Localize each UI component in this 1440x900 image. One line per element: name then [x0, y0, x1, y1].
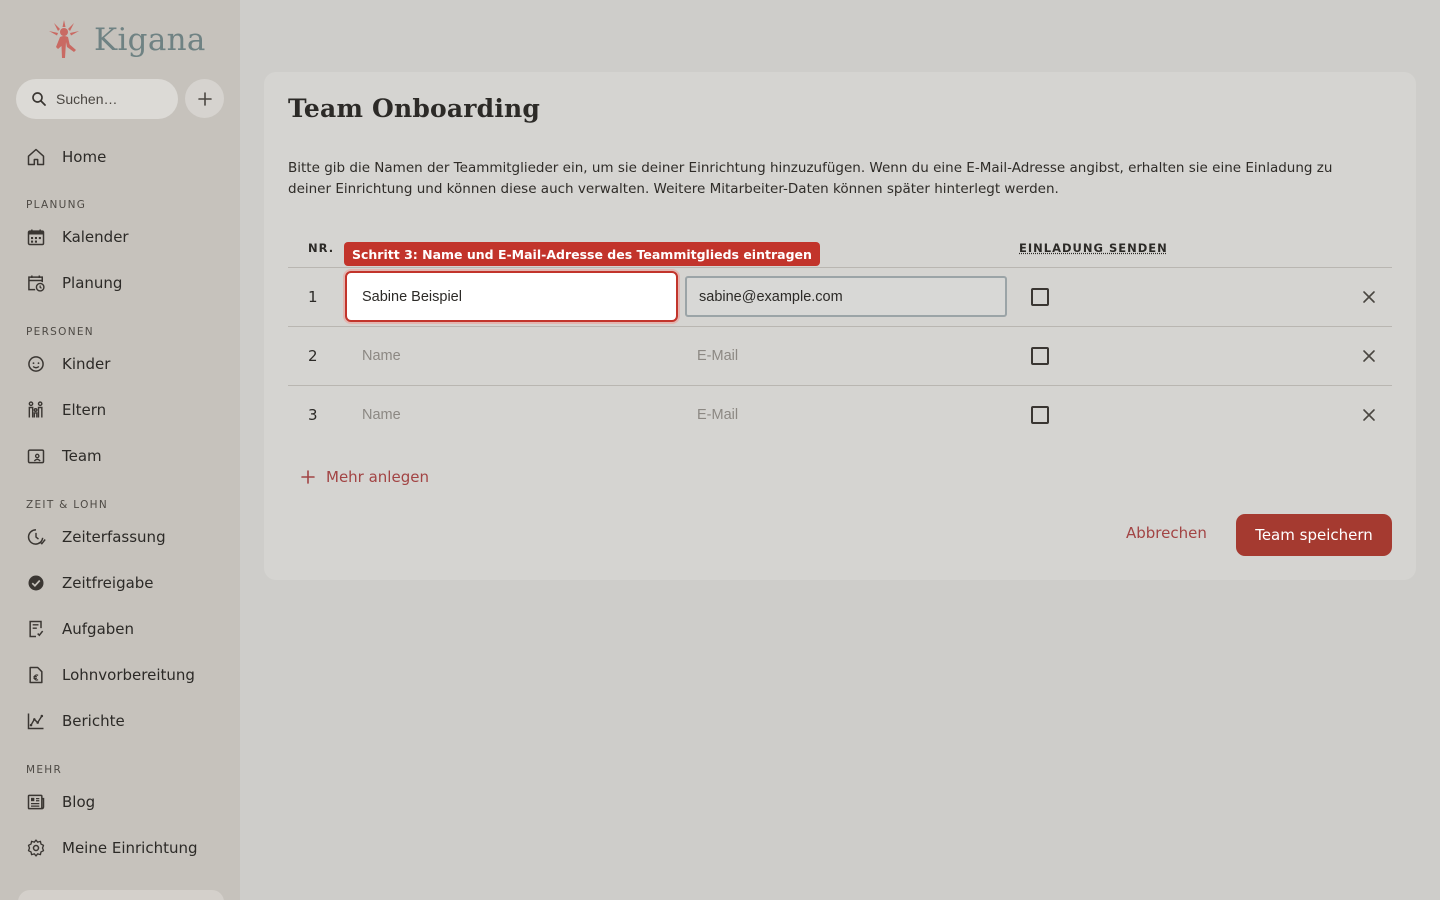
plus-icon [301, 470, 315, 484]
section-label-mehr: MEHR [26, 764, 63, 776]
search-input[interactable] [56, 91, 166, 107]
calendar-icon [27, 229, 45, 246]
remove-row-button[interactable] [1360, 288, 1378, 306]
nav-label: Lohnvorbereitung [62, 666, 195, 684]
nav-label: Aufgaben [62, 620, 135, 638]
save-team-button[interactable]: Team speichern [1236, 514, 1392, 556]
nav-item-zeiterfassung[interactable]: Zeiterfassung [26, 526, 166, 548]
newspaper-icon [27, 794, 45, 810]
nav-item-zeitfreigabe[interactable]: Zeitfreigabe [26, 572, 154, 594]
search-icon [32, 92, 46, 106]
section-label-personen: PERSONEN [26, 326, 94, 338]
plus-icon [197, 91, 212, 106]
step-tooltip: Schritt 3: Name und E-Mail-Adresse des T… [344, 242, 820, 266]
divider [288, 385, 1392, 386]
card-title: Team Onboarding [288, 94, 541, 123]
email-input[interactable]: E-Mail [697, 348, 738, 364]
email-input[interactable]: sabine@example.com [685, 276, 1007, 317]
nav-label: Kinder [62, 355, 111, 373]
cancel-button[interactable]: Abbrechen [1126, 524, 1207, 542]
section-label-zeit: ZEIT & LOHN [26, 499, 108, 511]
nav-label: Kalender [62, 228, 129, 246]
add-more-label: Mehr anlegen [326, 468, 429, 486]
nav-item-kalender[interactable]: Kalender [26, 226, 129, 248]
close-icon [1363, 409, 1375, 421]
gear-icon [27, 839, 45, 857]
task-list-icon [29, 620, 44, 638]
nav-label: Zeitfreigabe [62, 574, 154, 592]
column-header-nr: NR. [308, 241, 335, 255]
nav-item-blog[interactable]: Blog [26, 791, 95, 813]
close-icon [1363, 291, 1375, 303]
section-label-planung: PLANUNG [26, 199, 87, 211]
brand-name: Kigana [94, 22, 206, 58]
nav-item-lohnvorbereitung[interactable]: Lohnvorbereitung [26, 664, 195, 686]
nav-label: Berichte [62, 712, 125, 730]
time-tracking-icon [27, 529, 46, 545]
kigana-logo-icon [49, 20, 79, 58]
sidebar: Kigana Home PLANUNG Kalender Planung PER… [0, 0, 240, 900]
remove-row-button[interactable] [1360, 406, 1378, 424]
name-input[interactable]: Name [362, 348, 401, 364]
nav-item-aufgaben[interactable]: Aufgaben [26, 618, 134, 640]
invite-checkbox[interactable] [1031, 406, 1049, 424]
team-onboarding-card: Team Onboarding Bitte gib die Namen der … [264, 72, 1416, 580]
remove-row-button[interactable] [1360, 347, 1378, 365]
divider [288, 326, 1392, 327]
family-icon [28, 401, 43, 418]
invite-checkbox[interactable] [1031, 347, 1049, 365]
nav-label: Team [62, 447, 102, 465]
nav-item-eltern[interactable]: Eltern [26, 399, 106, 421]
search-box[interactable] [16, 79, 178, 119]
nav-item-team[interactable]: Team [26, 445, 102, 467]
name-input[interactable]: Sabine Beispiel [345, 271, 678, 322]
nav-label: Home [62, 148, 107, 166]
nav-label: Zeiterfassung [62, 528, 166, 546]
close-icon [1363, 350, 1375, 362]
child-face-icon [28, 356, 44, 372]
column-header-invite: EINLADUNG SENDEN [1019, 241, 1168, 255]
nav-item-kinder[interactable]: Kinder [26, 353, 110, 375]
name-input[interactable]: Name [362, 407, 401, 423]
home-icon [27, 148, 45, 166]
nav-label: Planung [62, 274, 123, 292]
add-more-button[interactable]: Mehr anlegen [300, 468, 429, 486]
sidebar-footer-pill[interactable] [18, 890, 224, 900]
nav-item-berichte[interactable]: Berichte [26, 710, 125, 732]
nav-item-planung[interactable]: Planung [26, 272, 122, 294]
payroll-document-icon [29, 666, 43, 684]
nav-label: Blog [62, 793, 96, 811]
nav-label: Eltern [62, 401, 107, 419]
nav-item-einrichtung[interactable]: Meine Einrichtung [26, 837, 198, 859]
email-input[interactable]: E-Mail [697, 407, 738, 423]
calendar-clock-icon [28, 275, 45, 292]
card-description: Bitte gib die Namen der Teammitglieder e… [288, 160, 1333, 197]
nav-label: Meine Einrichtung [62, 839, 198, 857]
divider [288, 267, 1392, 268]
nav-item-home[interactable]: Home [26, 146, 106, 168]
row-number: 3 [308, 406, 318, 424]
row-number: 1 [308, 288, 318, 306]
check-circle-icon [28, 575, 44, 591]
brand-logo[interactable]: Kigana [46, 18, 206, 62]
invite-checkbox[interactable] [1031, 288, 1049, 306]
chart-icon [27, 713, 44, 730]
add-button[interactable] [185, 79, 224, 118]
badge-icon [27, 449, 45, 464]
row-number: 2 [308, 347, 318, 365]
